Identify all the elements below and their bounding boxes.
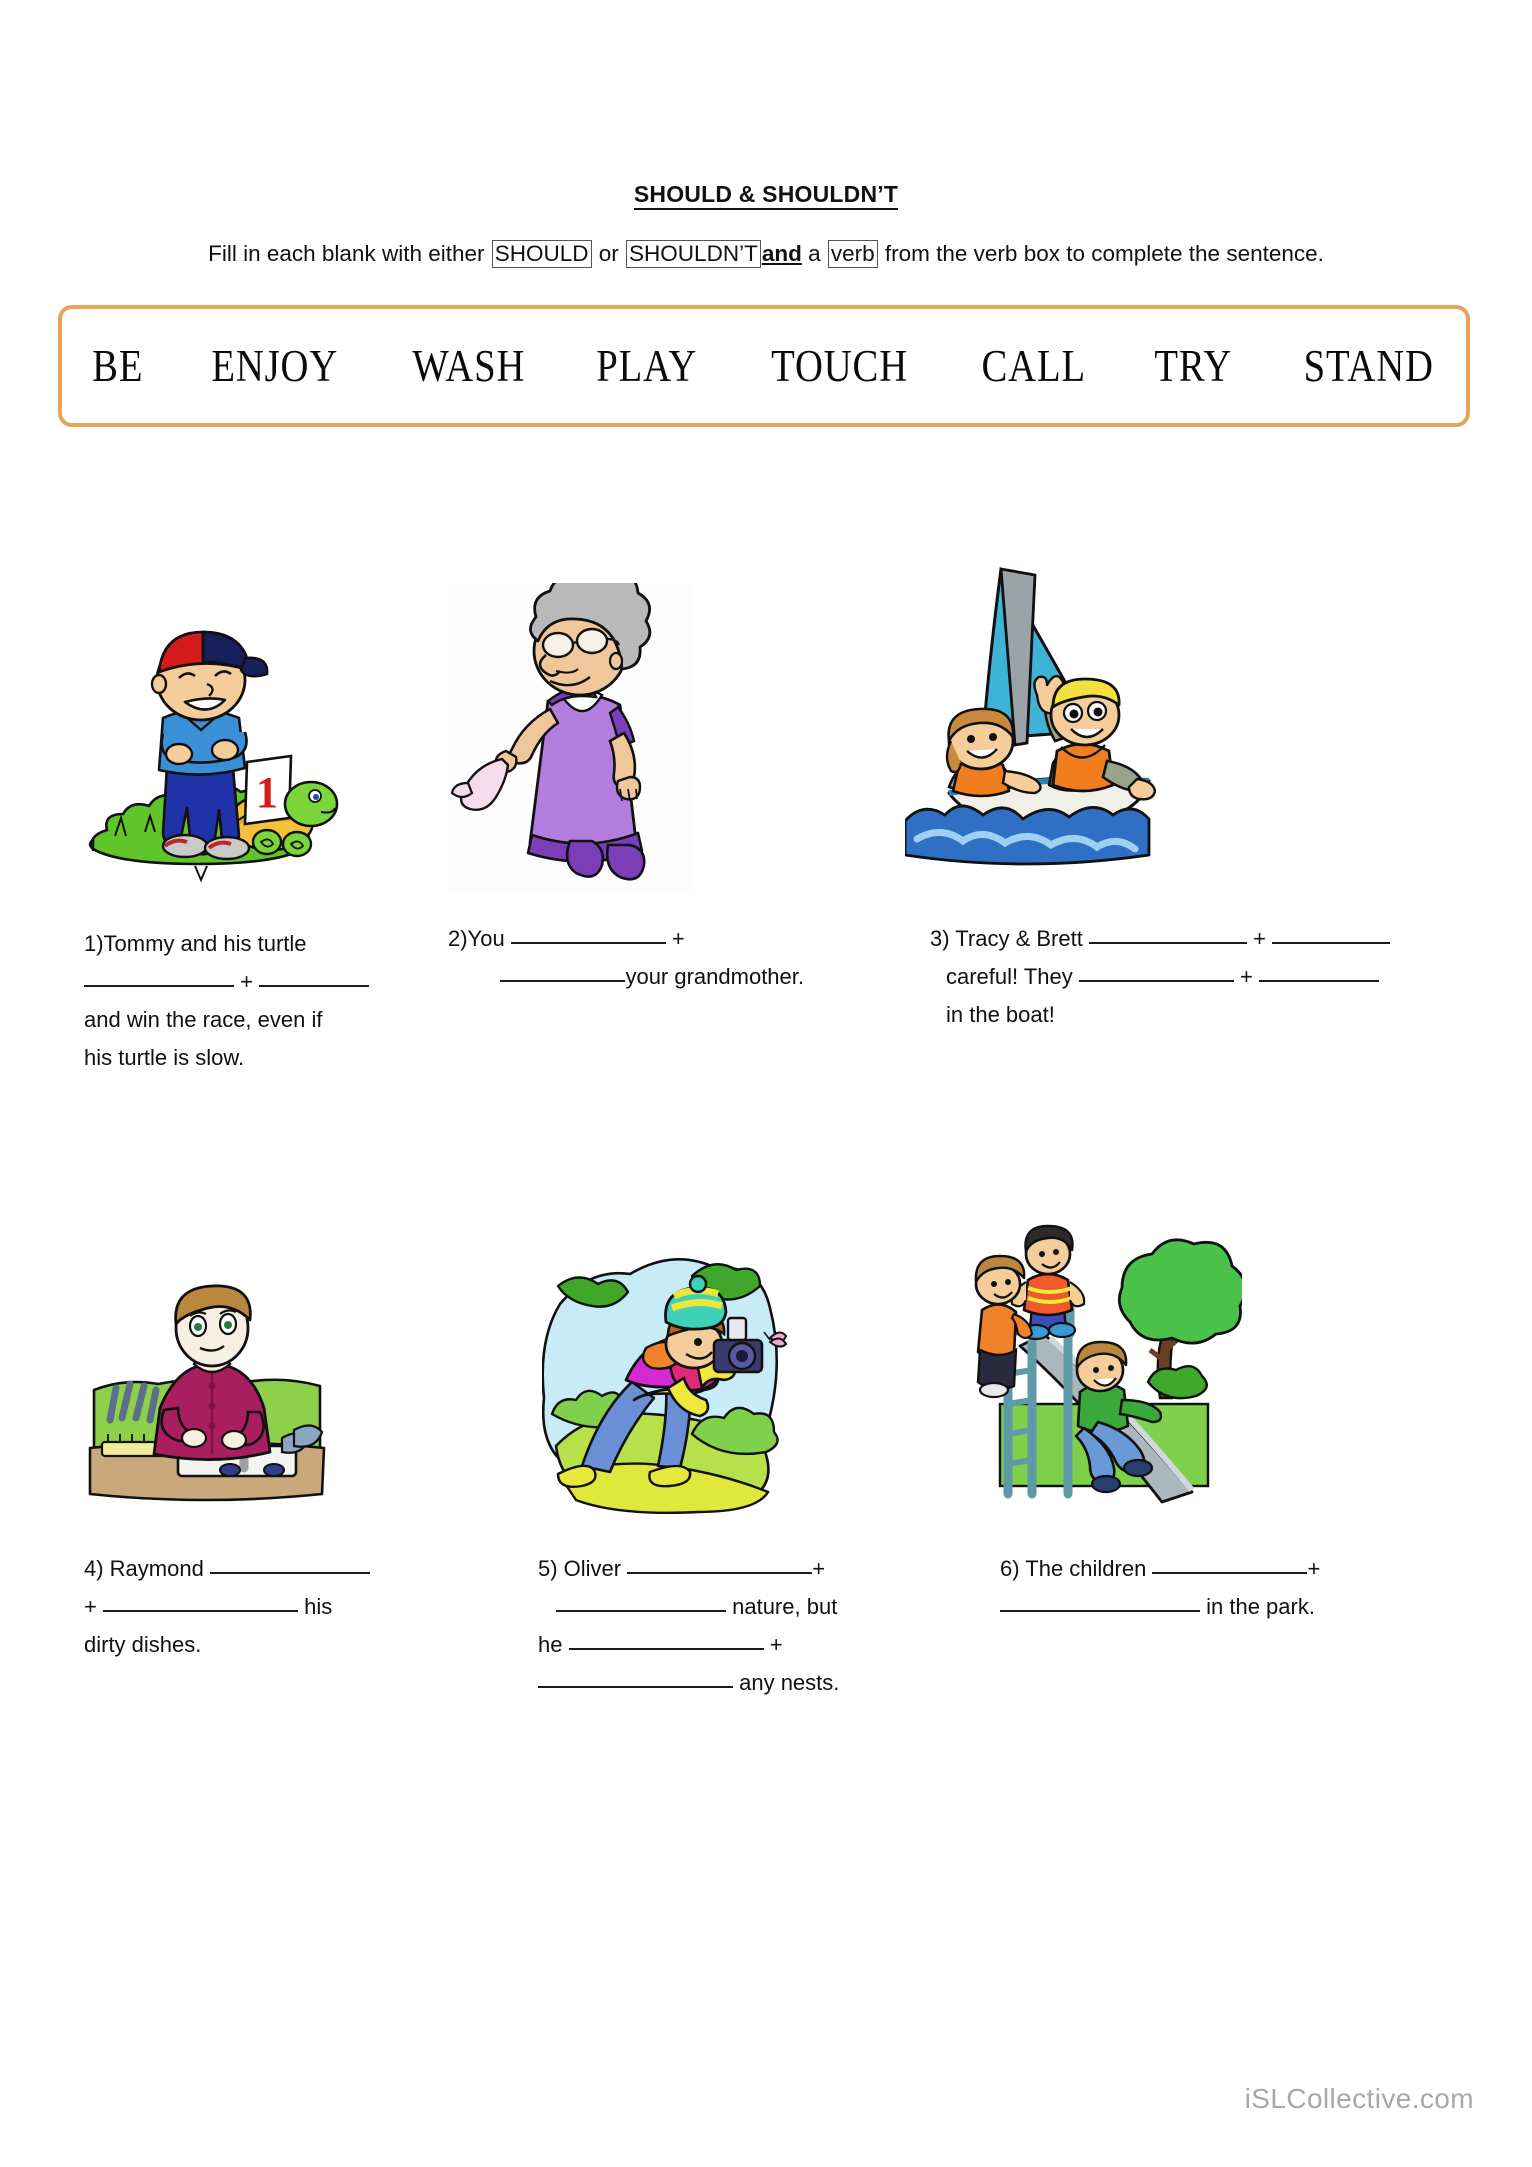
exercise-3-blank-2[interactable] bbox=[1272, 942, 1391, 944]
instruction-box-shouldnt: SHOULDN’T bbox=[626, 240, 761, 268]
exercise-4-blank-2[interactable] bbox=[102, 1610, 298, 1612]
page-title: SHOULD & SHOULDN’T bbox=[0, 181, 1532, 210]
instruction-line: Fill in each blank with either SHOULD or… bbox=[0, 240, 1532, 268]
verb-wash: WASH bbox=[412, 341, 526, 391]
exercise-5-plus-1: + bbox=[812, 1556, 826, 1581]
boy-washing-dishes-illustration bbox=[82, 1282, 332, 1512]
exercise-6-text: 6) The children + in the park. bbox=[1000, 1550, 1420, 1626]
exercise-3-line1-pre: 3) Tracy & Brett bbox=[930, 926, 1089, 951]
instruction-part-2: from the verb box to complete the senten… bbox=[878, 241, 1324, 266]
instruction-part-1: Fill in each blank with either bbox=[208, 241, 491, 266]
exercise-1-text: 1)Tommy and his turtle + and win the rac… bbox=[84, 925, 434, 1077]
exercise-3-plus-2: + bbox=[1240, 964, 1253, 989]
instruction-mid-2: a bbox=[801, 241, 827, 266]
exercise-5-blank-3[interactable] bbox=[568, 1648, 764, 1650]
exercise-1-blank-2[interactable] bbox=[259, 985, 370, 987]
exercise-5-blank-1[interactable] bbox=[627, 1572, 813, 1574]
exercise-6-line1-pre: 6) The children bbox=[1000, 1556, 1153, 1581]
exercise-2-blank-2[interactable] bbox=[500, 980, 626, 982]
islcollective-watermark: iSLCollective.com bbox=[1244, 2083, 1474, 2114]
exercise-5-text: 5) Oliver + nature, but he + any nests. bbox=[538, 1550, 918, 1702]
verb-touch: TOUCH bbox=[770, 341, 908, 391]
exercise-3-blank-3[interactable] bbox=[1078, 980, 1234, 982]
instruction-box-verb: verb bbox=[827, 240, 878, 268]
exercise-3-line3: in the boat! bbox=[946, 1002, 1055, 1027]
exercise-1-plus-1: + bbox=[240, 969, 253, 994]
exercise-5-line2-post: nature, but bbox=[726, 1594, 838, 1619]
exercise-1-line4: his turtle is slow. bbox=[84, 1045, 245, 1070]
exercise-6-blank-1[interactable] bbox=[1152, 1572, 1308, 1574]
exercise-6-plus-1: + bbox=[1307, 1556, 1321, 1581]
children-sailboat-illustration bbox=[903, 555, 1190, 885]
exercise-2-plus-1: + bbox=[665, 926, 685, 951]
page-title-text: SHOULD & SHOULDN’T bbox=[633, 181, 899, 210]
instruction-mid-1: or bbox=[592, 241, 626, 266]
verb-stand: STAND bbox=[1303, 341, 1434, 391]
exercise-6-line2-post: in the park. bbox=[1200, 1594, 1315, 1619]
exercise-1-blank-1[interactable] bbox=[84, 985, 234, 987]
exercise-3-blank-4[interactable] bbox=[1259, 980, 1379, 982]
exercise-2-line1-pre: 2)You bbox=[448, 926, 511, 951]
exercise-1-line1: 1)Tommy and his turtle bbox=[84, 931, 307, 956]
verb-play: PLAY bbox=[596, 341, 698, 391]
exercise-5-plus-2: + bbox=[763, 1632, 783, 1657]
children-playground-slide-illustration bbox=[972, 1222, 1247, 1507]
exercise-5-line1-pre: 5) Oliver bbox=[538, 1556, 628, 1581]
exercise-2-text: 2)You + your grandmother. bbox=[448, 920, 808, 996]
instruction-box-should: SHOULD bbox=[491, 240, 592, 268]
exercise-5-line3-pre: he bbox=[538, 1632, 569, 1657]
boy-with-turtle-illustration: 1 bbox=[75, 618, 350, 898]
grandmother-with-handkerchief-illustration bbox=[448, 567, 693, 893]
exercise-4-text: 4) Raymond + his dirty dishes. bbox=[84, 1550, 444, 1664]
exercise-5-blank-4[interactable] bbox=[538, 1686, 733, 1688]
exercise-1-line3: and win the race, even if bbox=[84, 1007, 323, 1032]
exercise-3-blank-1[interactable] bbox=[1088, 942, 1247, 944]
photographer-nature-illustration bbox=[541, 1252, 792, 1514]
verb-box: BE ENJOY WASH PLAY TOUCH CALL TRY STAND bbox=[58, 305, 1470, 427]
exercise-2-line2-post: your grandmother. bbox=[625, 964, 804, 989]
exercise-3-line2-pre: careful! They bbox=[946, 964, 1079, 989]
exercise-5-line4-post: any nests. bbox=[733, 1670, 840, 1695]
exercise-4-blank-1[interactable] bbox=[209, 1572, 370, 1574]
verb-enjoy: ENJOY bbox=[211, 341, 339, 391]
exercise-4-plus-1: + bbox=[84, 1594, 97, 1619]
svg-text:1: 1 bbox=[256, 768, 278, 817]
worksheet-page: SHOULD & SHOULDN’T Fill in each blank wi… bbox=[0, 0, 1532, 2167]
verb-call: CALL bbox=[981, 341, 1086, 391]
exercise-4-line2-post: his bbox=[297, 1594, 333, 1619]
exercise-2-blank-1[interactable] bbox=[510, 942, 666, 944]
exercise-4-line1-pre: 4) Raymond bbox=[84, 1556, 210, 1581]
exercise-5-blank-2[interactable] bbox=[556, 1610, 726, 1612]
verb-be: BE bbox=[92, 341, 144, 391]
verb-try: TRY bbox=[1154, 341, 1233, 391]
exercise-3-text: 3) Tracy & Brett + careful! They + in th… bbox=[930, 920, 1470, 1034]
exercise-6-blank-2[interactable] bbox=[1000, 1610, 1200, 1612]
instruction-and: and bbox=[761, 241, 802, 266]
exercise-3-plus-1: + bbox=[1253, 926, 1266, 951]
exercise-4-line3: dirty dishes. bbox=[84, 1632, 202, 1657]
